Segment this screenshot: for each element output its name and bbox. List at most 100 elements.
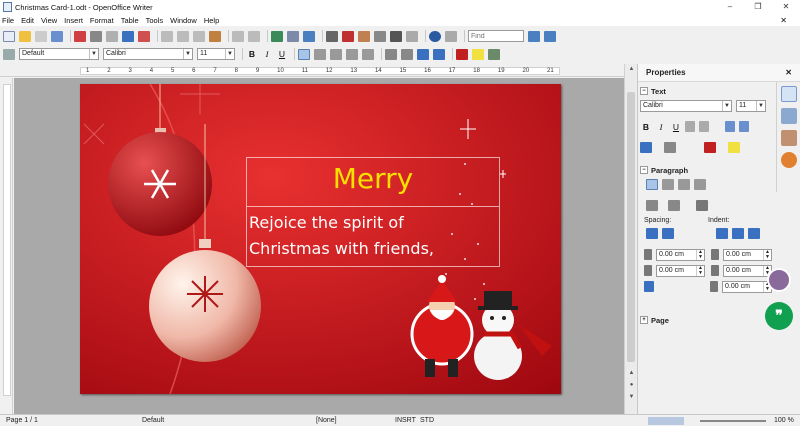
page-style[interactable]: Default [142,417,164,424]
open-folder-icon[interactable] [19,30,31,42]
spin-arrows-icon[interactable]: ▲▼ [763,249,771,260]
align-center-icon[interactable] [314,48,326,60]
gallery-deck-icon[interactable] [781,130,797,146]
sidebar-font-name-select[interactable]: Calibri ▼ [640,99,732,112]
line-spacing-menu-icon[interactable] [644,281,654,292]
menu-window[interactable]: Window [170,16,197,25]
collapse-icon[interactable]: − [640,166,648,174]
collapse-icon[interactable]: − [640,87,648,95]
selection-mode[interactable]: STD [420,417,434,424]
new-document-icon[interactable] [3,30,15,42]
table-icon[interactable] [287,30,299,42]
sidebar-increase-indent-icon[interactable] [716,228,728,239]
vertical-scrollbar[interactable]: ▲ ▲ ● ▼ [624,64,637,414]
autospellcheck-icon[interactable] [138,30,150,42]
align-left-icon[interactable] [298,48,310,60]
sidebar-align-left-icon[interactable] [646,179,658,190]
zoom-level[interactable]: 100 % [774,417,794,424]
show-draw-functions-icon[interactable] [303,30,315,42]
edit-file-icon[interactable] [51,30,63,42]
chat-quote-icon[interactable]: ❞ [765,302,793,330]
decrease-spacing-icon[interactable] [662,228,674,239]
before-indent-field[interactable]: 0.00 cm ▲ ▼ [723,248,772,261]
shrink-font-icon[interactable] [739,121,749,132]
greeting-heading[interactable]: Merry [247,162,499,195]
navigator-deck-icon[interactable] [781,152,797,168]
vertical-ruler[interactable] [0,78,13,414]
maximize-button[interactable]: ❐ [744,0,772,14]
menu-help[interactable]: Help [204,16,219,25]
user-avatar[interactable] [767,268,791,292]
character-spacing-icon[interactable] [664,142,676,153]
after-indent-field[interactable]: 0.00 cm ▲ ▼ [723,264,772,277]
navigator-icon[interactable] [342,30,354,42]
redo-icon[interactable] [248,30,260,42]
menu-edit[interactable]: Edit [21,16,34,25]
zoom-icon[interactable] [406,30,418,42]
increase-spacing-icon[interactable] [646,228,658,239]
paragraph-background-icon[interactable] [696,200,708,211]
document-page[interactable]: Merry Rejoice the spirit of Christmas wi… [80,84,561,394]
find-next-icon[interactable] [528,30,540,42]
chevron-down-icon[interactable]: ▼ [183,49,192,59]
find-input[interactable] [468,30,524,42]
increase-indent-icon[interactable] [433,48,445,60]
spellcheck-icon[interactable] [122,30,134,42]
greeting-text-frame[interactable]: Merry Rejoice the spirit of Christmas wi… [246,157,500,267]
chevron-down-icon[interactable]: ▼ [722,100,731,111]
sidebar-align-center-icon[interactable] [662,179,674,190]
paragraph-section-header[interactable]: − Paragraph [640,165,772,175]
menu-view[interactable]: View [41,16,57,25]
strikethrough-icon[interactable] [685,121,695,132]
expand-icon[interactable]: + [640,316,648,324]
data-sources-icon[interactable] [374,30,386,42]
greeting-body[interactable]: Rejoice the spirit of Christmas with fri… [249,210,497,262]
styles-formatting-icon[interactable] [3,48,15,60]
first-line-indent-field[interactable]: 0.00 cm ▲▼ [722,280,772,293]
find-previous-icon[interactable] [544,30,556,42]
navigation-icon[interactable]: ● [627,382,636,390]
bold-button[interactable]: B [246,49,258,59]
sidebar-close-button[interactable]: ✕ [785,68,792,77]
formatting-marks-icon[interactable] [390,30,402,42]
print-icon[interactable] [90,30,102,42]
clone-formatting-icon[interactable] [209,30,221,42]
font-color-icon[interactable] [456,48,468,60]
highlight-icon[interactable] [472,48,484,60]
spin-arrows-icon[interactable]: ▲▼ [696,265,704,276]
bullets-icon[interactable] [401,48,413,60]
view-layout-icon[interactable] [648,417,684,425]
cut-icon[interactable] [161,30,173,42]
shadow-icon[interactable] [699,121,709,132]
align-right-icon[interactable] [330,48,342,60]
numbering-icon[interactable] [385,48,397,60]
sidebar-decrease-indent-icon[interactable] [732,228,744,239]
chevron-down-icon[interactable]: ▼ [756,100,765,111]
chevron-down-icon[interactable]: ▼ [225,49,234,59]
horizontal-ruler[interactable]: 1 2 3 4 5 6 7 8 9 10 11 12 13 14 15 16 1… [0,64,637,77]
menu-tools[interactable]: Tools [146,16,164,25]
page-count[interactable]: Page 1 / 1 [6,417,38,424]
page-preview-icon[interactable] [106,30,118,42]
page-section-header[interactable]: + Page [640,315,772,325]
whats-this-icon[interactable] [445,30,457,42]
copy-icon[interactable] [177,30,189,42]
justify-icon[interactable] [346,48,358,60]
sidebar-bold-button[interactable]: B [640,122,652,132]
paste-icon[interactable] [193,30,205,42]
sidebar-underline-button[interactable]: U [670,122,682,132]
language-indicator[interactable]: [None] [316,417,337,424]
italic-button[interactable]: I [261,49,273,59]
scrollbar-thumb[interactable] [627,92,635,362]
menu-insert[interactable]: Insert [64,16,83,25]
minimize-button[interactable]: – [716,0,744,14]
menu-format[interactable]: Format [90,16,114,25]
zoom-slider[interactable] [700,420,766,422]
gallery-icon[interactable] [358,30,370,42]
previous-page-icon[interactable]: ▲ [627,370,636,378]
menu-table[interactable]: Table [121,16,139,25]
properties-deck-icon[interactable] [781,86,797,102]
help-icon[interactable] [429,30,441,42]
hyperlink-icon[interactable] [271,30,283,42]
font-name-select[interactable]: Calibri ▼ [103,48,193,60]
